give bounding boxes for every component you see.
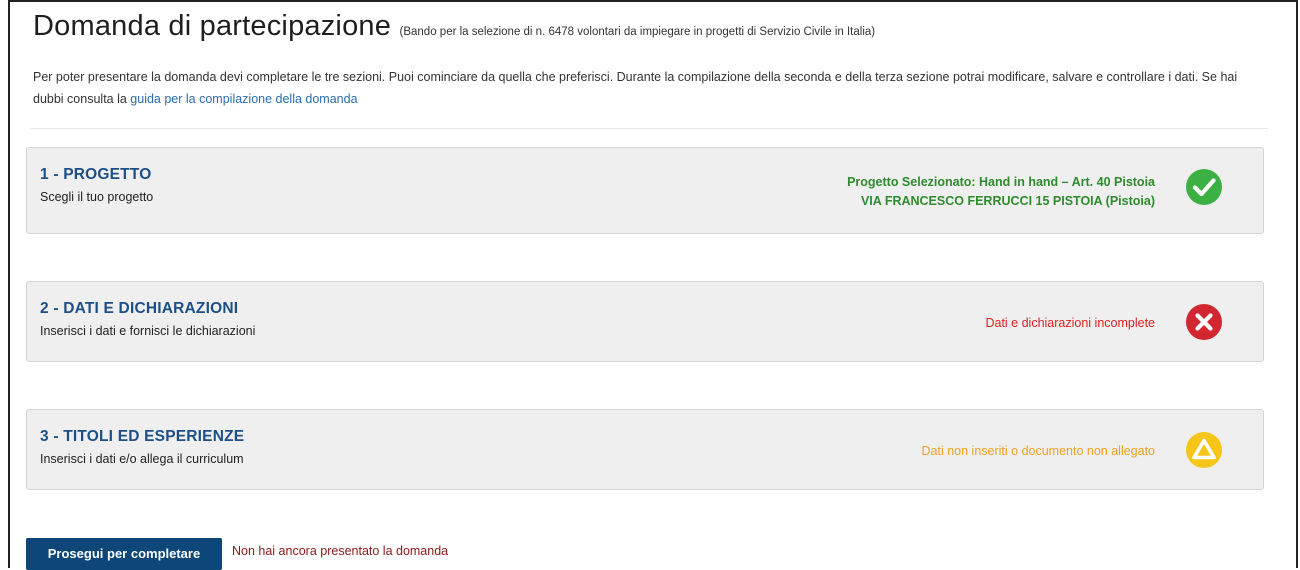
status-line-1: Progetto Selezionato: Hand in hand – Art… <box>847 175 1155 189</box>
status-line-1: Dati non inseriti o documento non allega… <box>921 444 1155 458</box>
section-dati-dichiarazioni[interactable]: 2 - DATI E DICHIARAZIONI Inserisci i dat… <box>26 281 1264 362</box>
section-status: Dati non inseriti o documento non allega… <box>922 442 1155 461</box>
divider <box>30 128 1268 129</box>
x-circle-icon <box>1186 304 1222 340</box>
section-progetto[interactable]: 1 - PROGETTO Scegli il tuo progetto Prog… <box>26 147 1264 234</box>
page-header: Domanda di partecipazione (Bando per la … <box>33 10 875 43</box>
submission-status-note: Non hai ancora presentato la domanda <box>232 544 449 558</box>
continue-button[interactable]: Prosegui per completare <box>26 538 222 570</box>
section-description: Scegli il tuo progetto <box>40 190 154 204</box>
section-status: Progetto Selezionato: Hand in hand – Art… <box>847 173 1155 211</box>
section-title: 3 - TITOLI ED ESPERIENZE <box>40 428 245 445</box>
section-title: 1 - PROGETTO <box>40 166 152 183</box>
section-description: Inserisci i dati e/o allega il curriculu… <box>40 452 244 466</box>
status-line-2: VIA FRANCESCO FERRUCCI 15 PISTOIA (Pisto… <box>860 194 1155 208</box>
status-line-1: Dati e dichiarazioni incomplete <box>985 316 1155 330</box>
page-subtitle: (Bando per la selezione di n. 6478 volon… <box>399 26 876 38</box>
section-status: Dati e dichiarazioni incomplete <box>985 314 1155 333</box>
check-circle-icon <box>1186 169 1222 205</box>
section-titoli-esperienze[interactable]: 3 - TITOLI ED ESPERIENZE Inserisci i dat… <box>26 409 1264 490</box>
section-title: 2 - DATI E DICHIARAZIONI <box>40 300 239 317</box>
guide-link[interactable]: guida per la compilazione della domanda <box>130 92 357 106</box>
warning-triangle-circle-icon <box>1186 432 1222 468</box>
intro-paragraph: Per poter presentare la domanda devi com… <box>33 66 1263 110</box>
page-title: Domanda di partecipazione <box>33 10 392 42</box>
section-description: Inserisci i dati e fornisci le dichiaraz… <box>40 324 256 338</box>
